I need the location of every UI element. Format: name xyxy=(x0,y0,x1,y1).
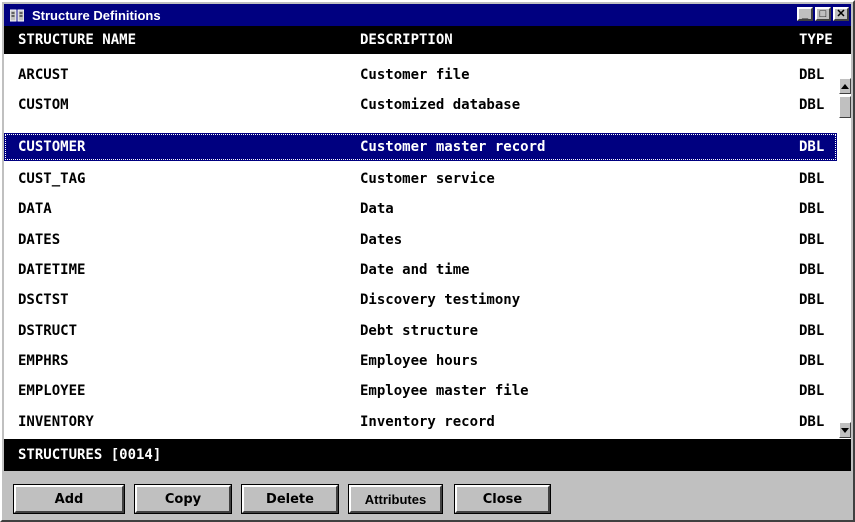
arrow-up-icon xyxy=(841,83,849,89)
structure-type: DBL xyxy=(799,139,825,155)
arrow-down-icon xyxy=(841,427,849,433)
list-item[interactable]: ARCUST Customer file DBL xyxy=(4,60,837,90)
book-icon[interactable] xyxy=(10,8,24,22)
structure-definitions-window: Structure Definitions _ □ ✕ STRUCTURE NA… xyxy=(0,0,855,522)
copy-button[interactable]: Copy xyxy=(134,484,232,514)
structure-description: Discovery testimony xyxy=(360,292,521,308)
structure-description: Customer service xyxy=(360,171,495,187)
structure-description: Customer file xyxy=(360,67,470,83)
structure-type: DBL xyxy=(799,383,825,399)
structure-type: DBL xyxy=(799,201,825,217)
maximize-button[interactable]: □ xyxy=(815,7,831,21)
structure-name: EMPHRS xyxy=(18,353,69,369)
title-bar[interactable]: Structure Definitions _ □ ✕ xyxy=(4,4,851,26)
structure-name: ARCUST xyxy=(18,67,69,83)
structure-description: Employee hours xyxy=(360,353,479,369)
attributes-button[interactable]: Attributes xyxy=(348,484,443,514)
close-button[interactable]: Close xyxy=(454,484,551,514)
status-bar: STRUCTURES [0014] xyxy=(4,439,851,471)
structure-type: DBL xyxy=(799,67,825,83)
add-button[interactable]: Add xyxy=(13,484,125,514)
structure-list[interactable]: ARCUST Customer file DBL CUSTOM Customiz… xyxy=(4,54,851,439)
structure-name: CUST_TAG xyxy=(18,171,86,187)
title-buttons: _ □ ✕ xyxy=(797,7,849,21)
scroll-thumb[interactable] xyxy=(839,96,851,118)
vertical-scrollbar[interactable] xyxy=(839,78,851,438)
list-item[interactable]: CUSTOM Customized database DBL xyxy=(4,90,837,120)
structure-description: Customer master record xyxy=(360,139,546,155)
list-item[interactable]: INVENTORY Inventory record DBL xyxy=(4,407,837,437)
structure-name: DSCTST xyxy=(18,292,69,308)
scroll-down-button[interactable] xyxy=(839,422,851,438)
structure-name: DATETIME xyxy=(18,262,86,278)
structure-count: STRUCTURES [0014] xyxy=(18,447,162,463)
list-item[interactable]: EMPHRS Employee hours DBL xyxy=(4,346,837,376)
minimize-button[interactable]: _ xyxy=(797,7,813,21)
structure-type: DBL xyxy=(799,414,825,430)
structure-type: DBL xyxy=(799,353,825,369)
list-item-selected[interactable]: CUSTOMER Customer master record DBL xyxy=(4,133,837,161)
structure-type: DBL xyxy=(799,292,825,308)
list-item[interactable]: DSCTST Discovery testimony DBL xyxy=(4,285,837,315)
header-description: DESCRIPTION xyxy=(360,32,453,48)
structure-description: Employee master file xyxy=(360,383,529,399)
list-item[interactable]: DSTRUCT Debt structure DBL xyxy=(4,316,837,346)
delete-button[interactable]: Delete xyxy=(241,484,339,514)
window-title: Structure Definitions xyxy=(32,7,161,23)
list-item[interactable]: DATETIME Date and time DBL xyxy=(4,255,837,285)
structure-name: DATES xyxy=(18,232,61,248)
structure-description: Customized database xyxy=(360,97,521,113)
structure-type: DBL xyxy=(799,323,825,339)
structure-description: Inventory record xyxy=(360,414,495,430)
close-icon: ✕ xyxy=(836,7,846,20)
structure-name: CUSTOM xyxy=(18,97,69,113)
structure-name: DSTRUCT xyxy=(18,323,78,339)
scroll-up-button[interactable] xyxy=(839,78,851,94)
structure-description: Data xyxy=(360,201,394,217)
structure-name: EMPLOYEE xyxy=(18,383,86,399)
structure-description: Dates xyxy=(360,232,403,248)
list-item[interactable]: CUST_TAG Customer service DBL xyxy=(4,164,837,194)
structure-description: Date and time xyxy=(360,262,470,278)
header-structure-name: STRUCTURE NAME xyxy=(18,32,137,48)
column-header: STRUCTURE NAME DESCRIPTION TYPE xyxy=(4,26,851,54)
list-item[interactable]: DATES Dates DBL xyxy=(4,225,837,255)
list-item[interactable]: DATA Data DBL xyxy=(4,194,837,224)
structure-type: DBL xyxy=(799,232,825,248)
structure-type: DBL xyxy=(799,262,825,278)
structure-name: CUSTOMER xyxy=(18,139,86,155)
structure-name: INVENTORY xyxy=(18,414,94,430)
header-type: TYPE xyxy=(799,32,833,48)
close-window-button[interactable]: ✕ xyxy=(833,7,849,21)
structure-description: Debt structure xyxy=(360,323,479,339)
structure-type: DBL xyxy=(799,97,825,113)
maximize-icon: □ xyxy=(819,7,827,20)
structure-name: DATA xyxy=(18,201,52,217)
button-bar: Add Copy Delete Attributes Close xyxy=(4,475,851,520)
minimize-icon: _ xyxy=(801,7,809,20)
structure-type: DBL xyxy=(799,171,825,187)
list-item[interactable]: EMPLOYEE Employee master file DBL xyxy=(4,376,837,406)
